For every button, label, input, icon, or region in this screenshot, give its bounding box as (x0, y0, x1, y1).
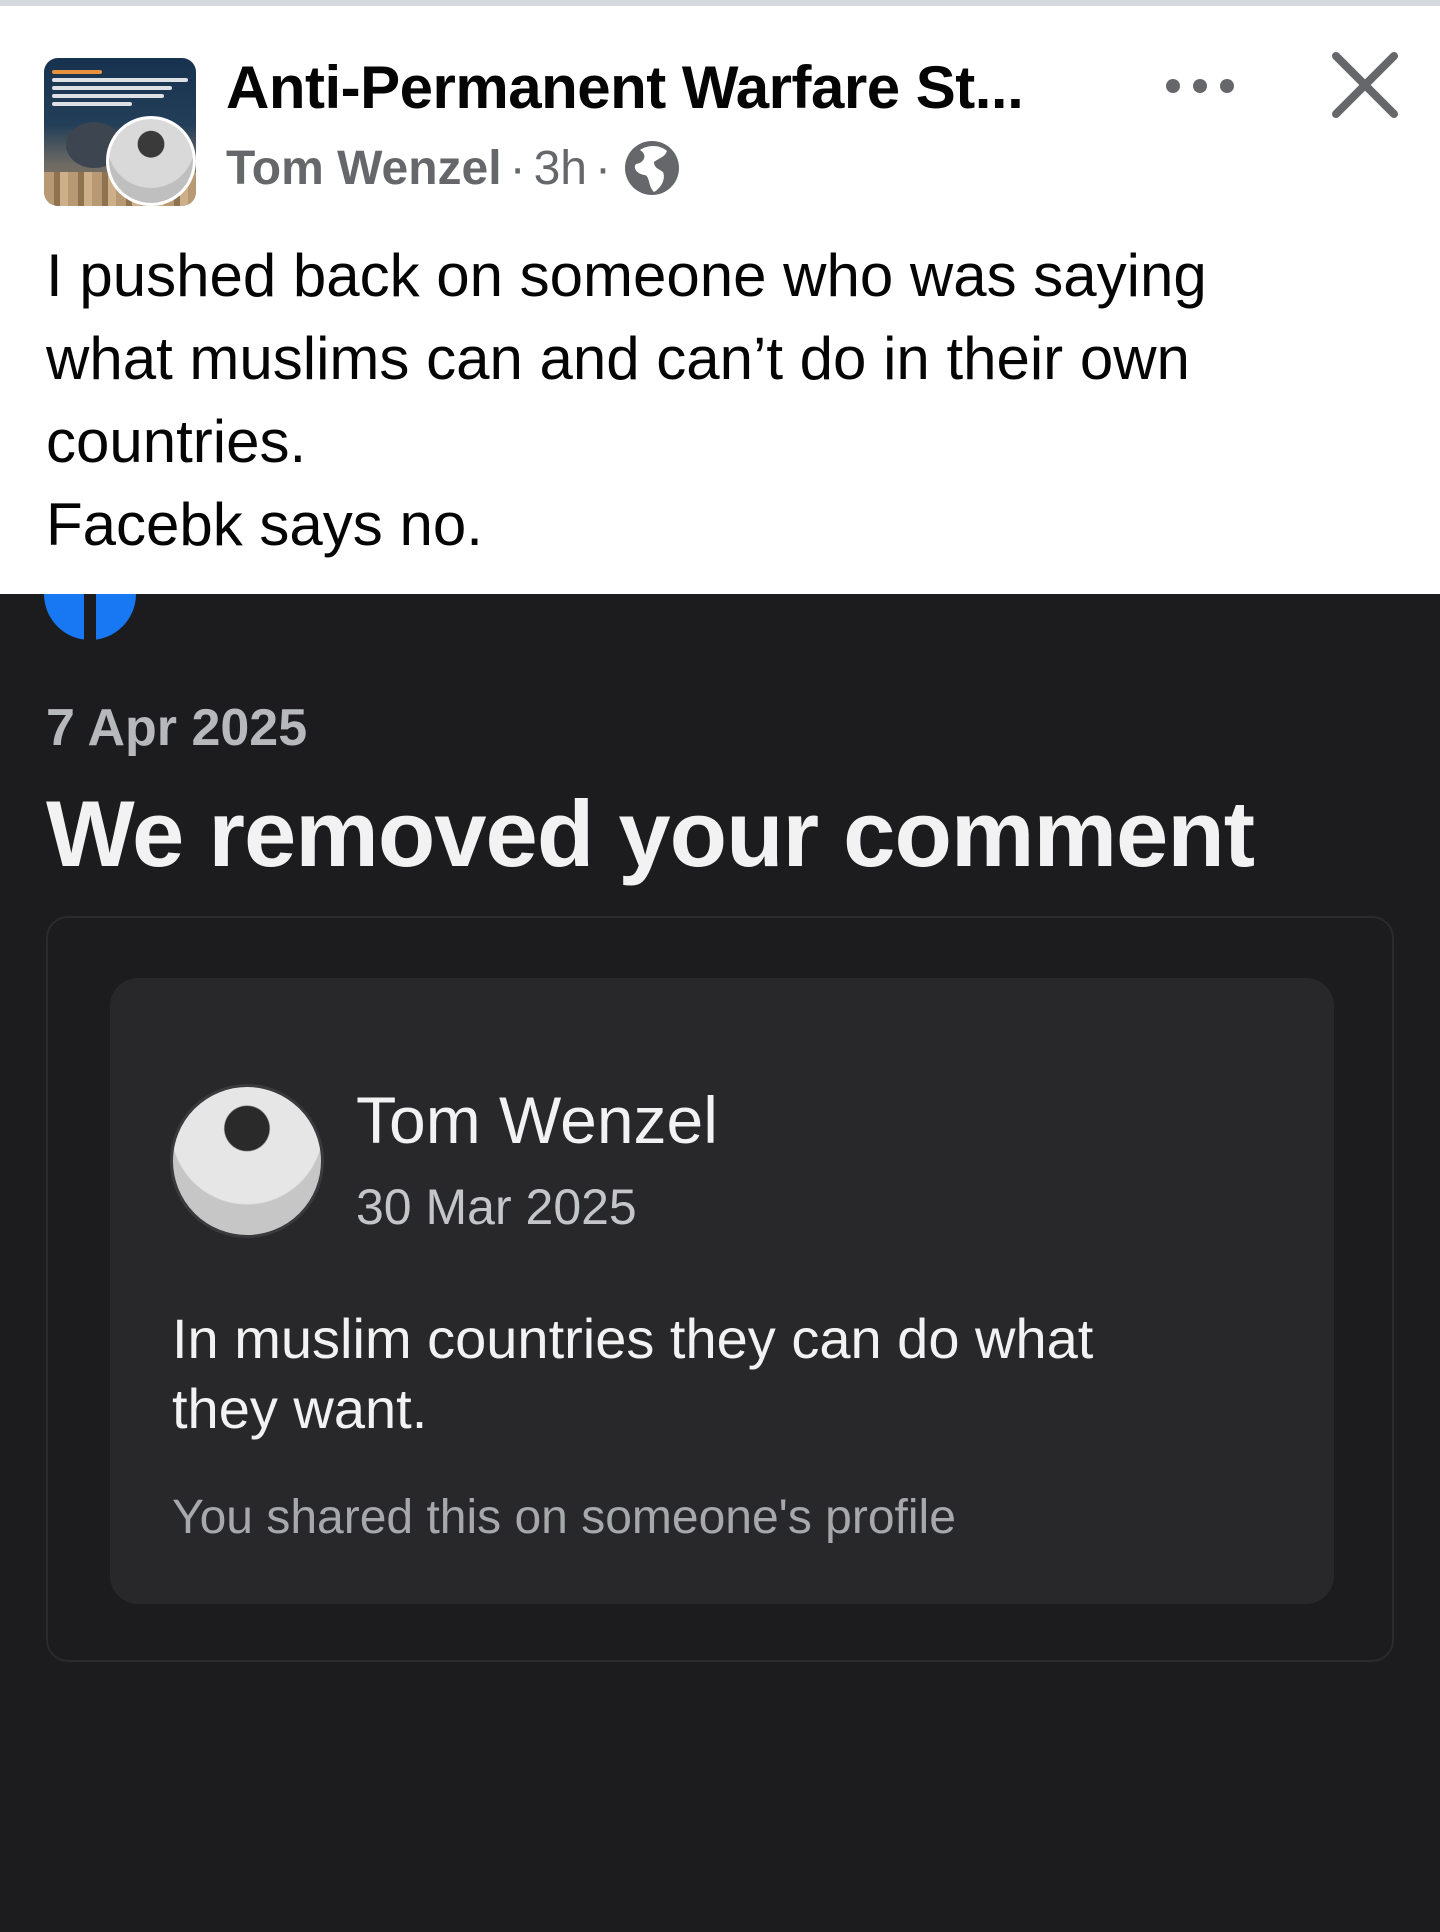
shared-screenshot: 7 Apr 2025 We removed your comment Tom W… (0, 594, 1440, 1932)
removal-date: 7 Apr 2025 (46, 699, 308, 757)
comment-text: In muslim countries they can do what the… (172, 1304, 1292, 1444)
post-text-line: I pushed back on someone who was saying (46, 242, 1207, 309)
comment-text-line: In muslim countries they can do what (172, 1307, 1094, 1370)
post-text-line: Facebk says no. (46, 491, 483, 558)
comment-card: Tom Wenzel 30 Mar 2025 In muslim countri… (110, 978, 1334, 1604)
facebook-icon (44, 594, 136, 640)
close-icon[interactable] (1328, 48, 1402, 122)
comment-text-line: they want. (172, 1377, 428, 1440)
group-name[interactable]: Anti-Permanent Warfare St... (226, 52, 1024, 124)
removal-title: We removed your comment (46, 781, 1255, 886)
facebook-post: Anti-Permanent Warfare St... Tom Wenzel … (0, 6, 1440, 594)
post-time[interactable]: 3h (534, 141, 587, 196)
comment-share-note: You shared this on someone's profile (172, 1491, 956, 1544)
post-text-line: what muslims can and can’t do in their o… (46, 325, 1190, 392)
comment-date: 30 Mar 2025 (356, 1179, 637, 1235)
post-text: I pushed back on someone who was saying … (46, 234, 1406, 566)
comment-author: Tom Wenzel (356, 1083, 718, 1157)
comment-author-avatar (170, 1084, 324, 1238)
post-author[interactable]: Tom Wenzel (226, 141, 502, 196)
meta-separator: · (509, 141, 526, 195)
post-meta: Tom Wenzel · 3h · (226, 138, 681, 198)
removal-card: Tom Wenzel 30 Mar 2025 In muslim countri… (46, 916, 1394, 1662)
author-avatar[interactable] (106, 116, 196, 206)
meta-separator: · (594, 141, 611, 195)
post-text-line: countries. (46, 408, 307, 475)
globe-icon[interactable] (623, 139, 681, 197)
more-options-icon[interactable] (1160, 68, 1240, 104)
group-avatar[interactable] (44, 52, 196, 206)
